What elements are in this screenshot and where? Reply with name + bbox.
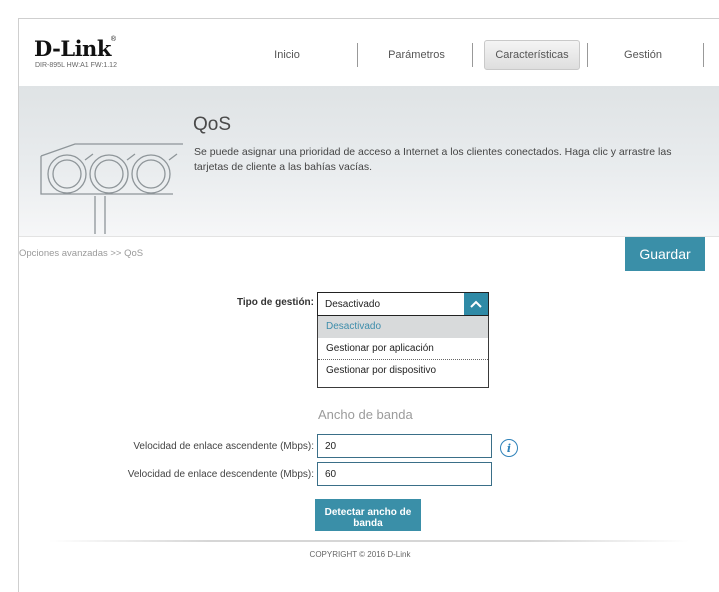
save-button[interactable]: Guardar <box>625 237 705 271</box>
download-speed-input[interactable]: 60 <box>317 462 492 486</box>
upload-speed-input[interactable]: 20 <box>317 434 492 458</box>
management-type-value: Desactivado <box>325 299 381 310</box>
sub-toolbar: Opciones avanzadas >> QoS Guardar <box>19 236 719 271</box>
nav-caracteristicas[interactable]: Características <box>484 40 580 70</box>
bandwidth-section-title: Ancho de banda <box>318 407 413 422</box>
footer-divider <box>49 540 689 542</box>
management-type-label: Tipo de gestión: <box>236 297 314 308</box>
detect-bandwidth-button[interactable]: Detectar ancho de banda <box>315 499 421 531</box>
dropdown-option-dispositivo[interactable]: Gestionar por dispositivo <box>318 360 488 382</box>
nav-gestion[interactable]: Gestión <box>591 40 695 70</box>
dropdown-option-desactivado[interactable]: Desactivado <box>318 316 488 338</box>
nav-separator <box>703 43 704 67</box>
nav-inicio[interactable]: Inicio <box>247 40 327 70</box>
dropdown-option-aplicacion[interactable]: Gestionar por aplicación <box>318 338 488 360</box>
nav-separator <box>587 43 588 67</box>
router-ui-frame: D-Link® DIR-895L HW:A1 FW:1.12 Inicio Pa… <box>18 18 719 592</box>
chevron-up-icon[interactable] <box>464 293 488 315</box>
download-speed-label: Velocidad de enlace descendente (Mbps): <box>127 469 314 480</box>
qos-illustration-icon <box>40 143 183 234</box>
nav-parametros[interactable]: Parámetros <box>364 40 469 70</box>
breadcrumb: Opciones avanzadas >> QoS <box>19 248 144 259</box>
info-icon[interactable]: i <box>500 439 518 457</box>
nav-separator <box>472 43 473 67</box>
qos-banner: QoS Se puede asignar una prioridad de ac… <box>19 86 719 236</box>
dlink-logo: D-Link® <box>34 36 116 61</box>
copyright-text: COPYRIGHT © 2016 D-Link <box>309 550 411 559</box>
nav-separator <box>357 43 358 67</box>
management-type-select[interactable]: Desactivado <box>317 292 489 316</box>
page-title: QoS <box>193 114 232 135</box>
top-header: D-Link® DIR-895L HW:A1 FW:1.12 Inicio Pa… <box>19 19 719 86</box>
upload-speed-label: Velocidad de enlace ascendente (Mbps): <box>133 441 314 452</box>
model-info: DIR-895L HW:A1 FW:1.12 <box>35 62 117 69</box>
page-description: Se puede asignar una prioridad de acceso… <box>194 146 672 173</box>
management-type-dropdown: Desactivado Gestionar por aplicación Ges… <box>317 316 489 388</box>
